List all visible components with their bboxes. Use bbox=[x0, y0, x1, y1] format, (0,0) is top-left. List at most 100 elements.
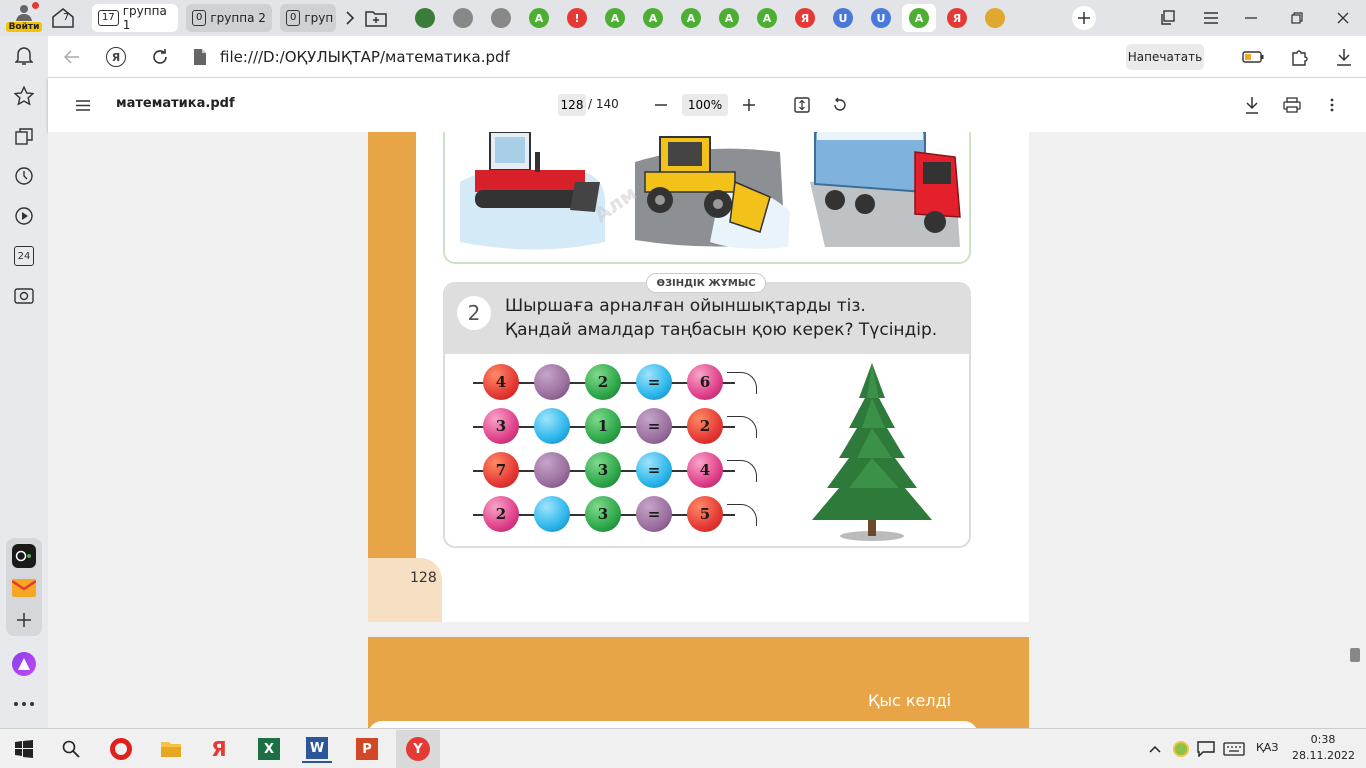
scrollbar-thumb[interactable] bbox=[1350, 648, 1360, 662]
add-app-button[interactable] bbox=[12, 608, 36, 632]
extensions-button[interactable] bbox=[1288, 46, 1312, 68]
bead-string-end bbox=[727, 372, 757, 394]
favicon-icon: U bbox=[871, 8, 891, 28]
alice-app-button[interactable] bbox=[12, 544, 36, 568]
alice-assistant-button[interactable] bbox=[12, 652, 36, 676]
media-button[interactable] bbox=[12, 204, 36, 228]
history-button[interactable] bbox=[12, 164, 36, 188]
print-button[interactable]: Напечатать bbox=[1126, 44, 1204, 70]
favicon-tab[interactable]: A bbox=[674, 4, 708, 32]
page-number-input[interactable] bbox=[558, 94, 586, 116]
pdf-download-button[interactable] bbox=[1240, 93, 1264, 117]
mail-app-button[interactable] bbox=[12, 576, 36, 600]
next-page-panel bbox=[368, 721, 978, 728]
plus-icon bbox=[1078, 12, 1090, 24]
task-number-circle: 2 bbox=[457, 296, 491, 330]
tab-home[interactable]: 7 bbox=[50, 4, 88, 32]
yandex-button[interactable]: Я bbox=[104, 45, 128, 69]
page-total: / 140 bbox=[588, 97, 619, 111]
favicon-tab[interactable]: A bbox=[598, 4, 632, 32]
minimize-button[interactable] bbox=[1240, 8, 1262, 28]
equals-bead: = bbox=[636, 364, 672, 400]
new-group-button[interactable] bbox=[364, 6, 388, 30]
battery-saver-button[interactable] bbox=[1240, 46, 1266, 68]
bookmarks-button[interactable] bbox=[12, 84, 36, 108]
pdf-viewer[interactable]: 128 ӨЗІНДІК ЖҰМЫС 2 Шыршаға арналған ойы… bbox=[48, 132, 1366, 728]
favicon-tab[interactable]: A bbox=[902, 4, 936, 32]
favicon-tab[interactable]: A bbox=[522, 4, 556, 32]
windows-taskbar: Я X W P Y ҚАЗ 0:38 28.11.2022 bbox=[0, 728, 1366, 768]
favicon-tab[interactable]: ! bbox=[560, 4, 594, 32]
operator-bead bbox=[534, 408, 570, 444]
download-icon bbox=[1337, 49, 1351, 66]
search-button[interactable] bbox=[56, 735, 86, 763]
excel-app[interactable]: X bbox=[254, 735, 284, 763]
favicon-tab[interactable] bbox=[446, 4, 480, 32]
opera-app[interactable] bbox=[106, 735, 136, 763]
yandex-browser-app[interactable]: Y bbox=[396, 730, 440, 768]
favicon-tab[interactable] bbox=[484, 4, 518, 32]
favicon-tab[interactable]: U bbox=[826, 4, 860, 32]
favicon-tab[interactable]: U bbox=[864, 4, 898, 32]
favicon-tab[interactable] bbox=[408, 4, 442, 32]
language-indicator[interactable]: ҚАЗ bbox=[1256, 741, 1278, 754]
word-app[interactable]: W bbox=[302, 735, 332, 763]
task-header bbox=[445, 284, 969, 354]
start-button[interactable] bbox=[8, 732, 40, 766]
back-button[interactable] bbox=[60, 46, 84, 68]
pdf-print-button[interactable] bbox=[1280, 93, 1304, 117]
keyboard-button[interactable] bbox=[1220, 735, 1248, 763]
number-bead: 2 bbox=[687, 408, 723, 444]
rotate-icon bbox=[834, 97, 846, 111]
clock[interactable]: 0:38 28.11.2022 bbox=[1292, 732, 1355, 764]
explorer-app[interactable] bbox=[156, 735, 186, 763]
url-input[interactable] bbox=[220, 45, 1120, 69]
folder-plus-icon bbox=[365, 11, 387, 27]
favicon-tab[interactable]: Я bbox=[788, 4, 822, 32]
favicon-tab[interactable]: A bbox=[712, 4, 746, 32]
zoom-input[interactable] bbox=[682, 94, 728, 116]
notifications-button[interactable] bbox=[12, 44, 36, 68]
favicon-tab[interactable]: Я bbox=[940, 4, 974, 32]
tab-group-3[interactable]: 0 груп bbox=[280, 4, 336, 32]
yandex-app[interactable]: Я bbox=[204, 735, 234, 763]
file-icon-button[interactable] bbox=[190, 46, 210, 68]
account-button[interactable]: Войти bbox=[4, 2, 44, 34]
equals-bead: = bbox=[636, 452, 672, 488]
more-dots-icon bbox=[14, 702, 34, 706]
zoom-in-button[interactable] bbox=[738, 94, 760, 116]
favicon-tab[interactable]: A bbox=[636, 4, 670, 32]
close-button[interactable] bbox=[1332, 8, 1354, 28]
collections-button[interactable] bbox=[1156, 8, 1178, 28]
tab-scroll-button[interactable] bbox=[340, 8, 360, 28]
account-label: Войти bbox=[5, 22, 43, 32]
powerpoint-app[interactable]: P bbox=[352, 735, 382, 763]
zoom-out-button[interactable] bbox=[650, 94, 672, 116]
reload-button[interactable] bbox=[148, 45, 172, 69]
notifications-tray-button[interactable] bbox=[1194, 735, 1218, 763]
downloads-button[interactable] bbox=[1332, 46, 1356, 68]
pdf-menu-button[interactable] bbox=[72, 94, 94, 116]
number-bead: 5 bbox=[687, 496, 723, 532]
collections-sidebar-button[interactable] bbox=[12, 124, 36, 148]
copy-icon bbox=[1161, 10, 1175, 25]
favicon-tab[interactable]: A bbox=[750, 4, 784, 32]
battery-icon bbox=[1242, 51, 1264, 63]
pdf-more-button[interactable] bbox=[1322, 93, 1342, 117]
new-tab-button[interactable] bbox=[1072, 6, 1096, 30]
tab-group-2[interactable]: 0 группа 2 bbox=[186, 4, 272, 32]
calendar-button[interactable]: 24 bbox=[12, 244, 36, 268]
pdf-toolbar: математика.pdf / 140 bbox=[48, 78, 1366, 132]
screenshot-button[interactable] bbox=[12, 284, 36, 308]
favicon-tab[interactable] bbox=[978, 4, 1012, 32]
rotate-button[interactable] bbox=[828, 93, 852, 117]
tray-app-icon[interactable] bbox=[1170, 735, 1192, 763]
bead-string-end bbox=[727, 460, 757, 482]
fit-page-button[interactable] bbox=[790, 93, 814, 117]
favicon-icon: ! bbox=[567, 8, 587, 28]
tray-expand-button[interactable] bbox=[1144, 735, 1166, 763]
more-button[interactable] bbox=[12, 692, 36, 716]
restore-button[interactable] bbox=[1286, 8, 1308, 28]
tab-group-1[interactable]: 17 группа 1 bbox=[92, 4, 178, 32]
menu-button[interactable] bbox=[1200, 8, 1222, 28]
